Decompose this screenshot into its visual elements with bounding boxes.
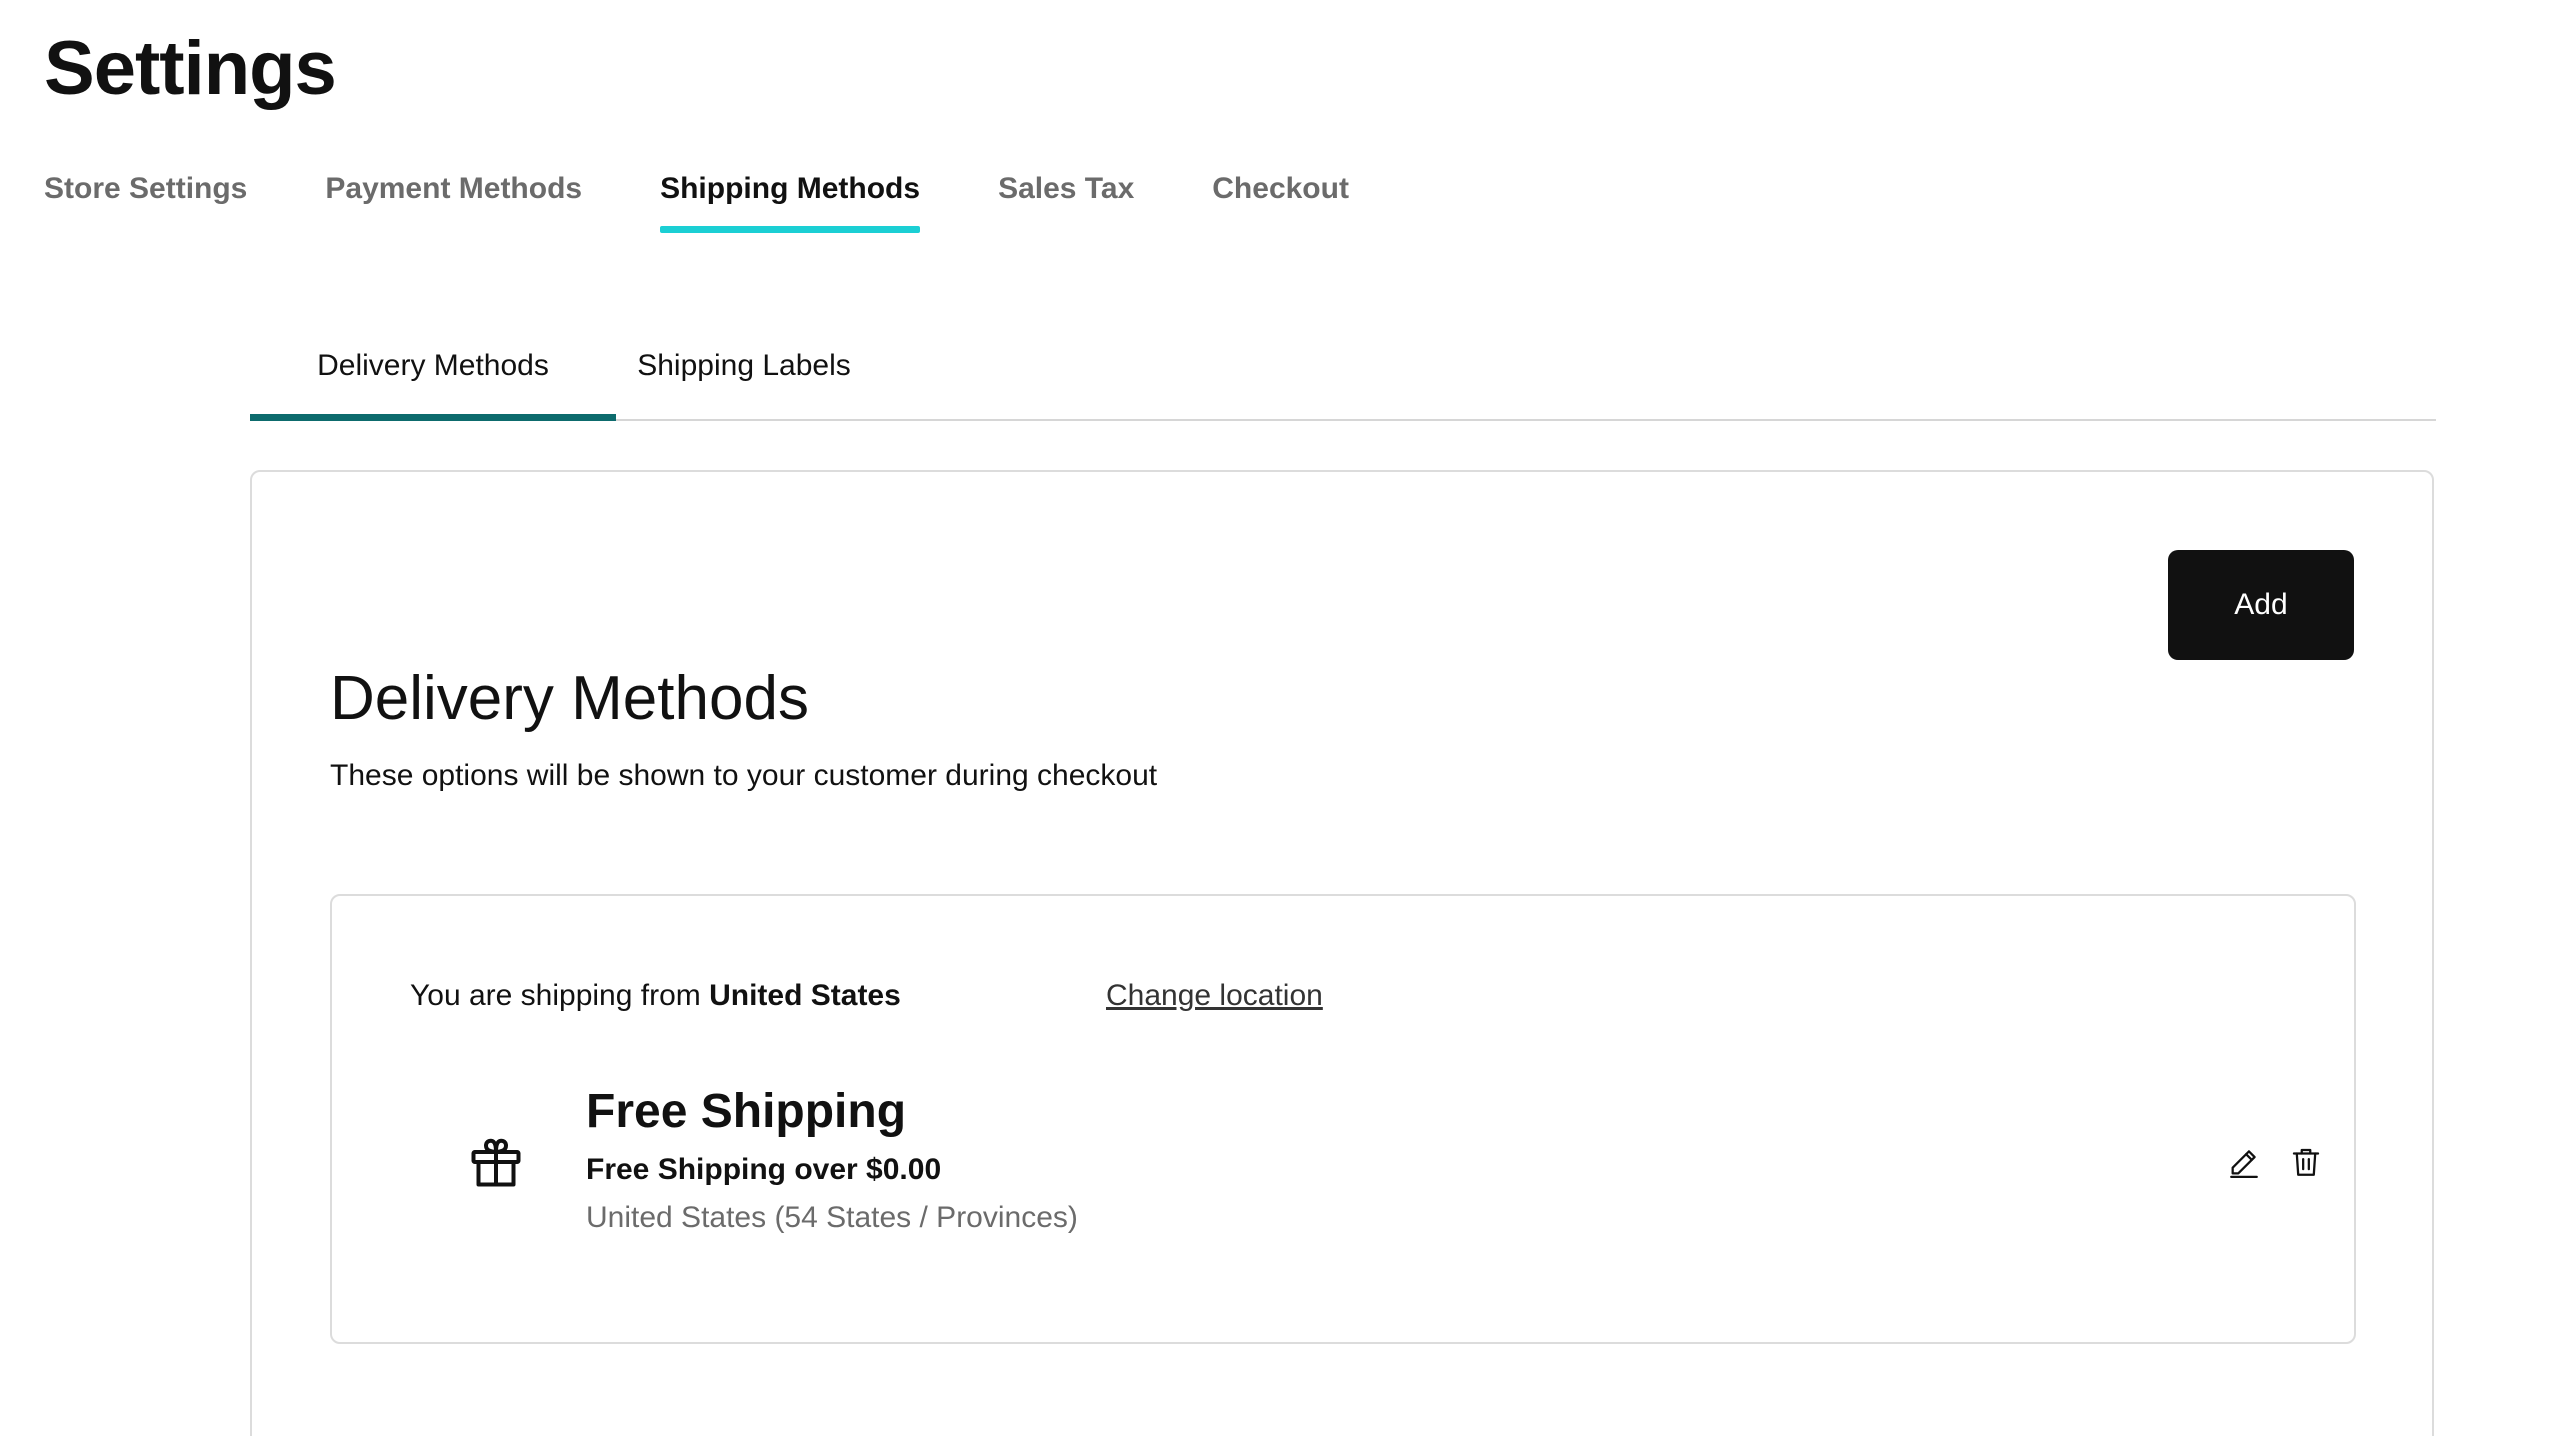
tab-payment-methods[interactable]: Payment Methods — [325, 166, 582, 238]
subtab-shipping-labels[interactable]: Shipping Labels — [616, 330, 872, 419]
pencil-icon — [2227, 1145, 2261, 1184]
section-description: These options will be shown to your cust… — [330, 759, 1158, 792]
settings-page: Settings Store Settings Payment Methods … — [0, 0, 2560, 1436]
method-name: Free Shipping — [586, 1085, 907, 1138]
tab-sales-tax[interactable]: Sales Tax — [998, 166, 1134, 238]
add-delivery-method-button[interactable]: Add — [2168, 550, 2354, 660]
page-title: Settings — [44, 26, 337, 111]
shipping-subtabs: Delivery Methods Shipping Labels — [250, 330, 2436, 421]
ship-from-text: You are shipping from United States — [410, 976, 901, 1016]
change-location-link[interactable]: Change location — [1106, 976, 1323, 1016]
method-region: United States (54 States / Provinces) — [586, 1201, 1078, 1234]
ship-from-prefix: You are shipping from — [410, 979, 701, 1012]
ship-from-country: United States — [709, 979, 901, 1012]
delivery-methods-card: Add Delivery Methods These options will … — [250, 470, 2434, 1436]
method-subtitle: Free Shipping over $0.00 — [586, 1153, 942, 1186]
section-title: Delivery Methods — [330, 664, 809, 733]
tab-store-settings[interactable]: Store Settings — [44, 166, 247, 238]
shipping-location-card: You are shipping from United States Chan… — [330, 894, 2356, 1344]
edit-method-button[interactable] — [2224, 1144, 2264, 1184]
tab-shipping-methods[interactable]: Shipping Methods — [660, 166, 920, 238]
tab-checkout[interactable]: Checkout — [1212, 166, 1349, 238]
delete-method-button[interactable] — [2286, 1144, 2326, 1184]
gift-icon — [466, 1132, 526, 1192]
subtab-delivery-methods[interactable]: Delivery Methods — [250, 330, 616, 421]
settings-tabs: Store Settings Payment Methods Shipping … — [44, 166, 1349, 238]
trash-icon — [2289, 1145, 2323, 1184]
